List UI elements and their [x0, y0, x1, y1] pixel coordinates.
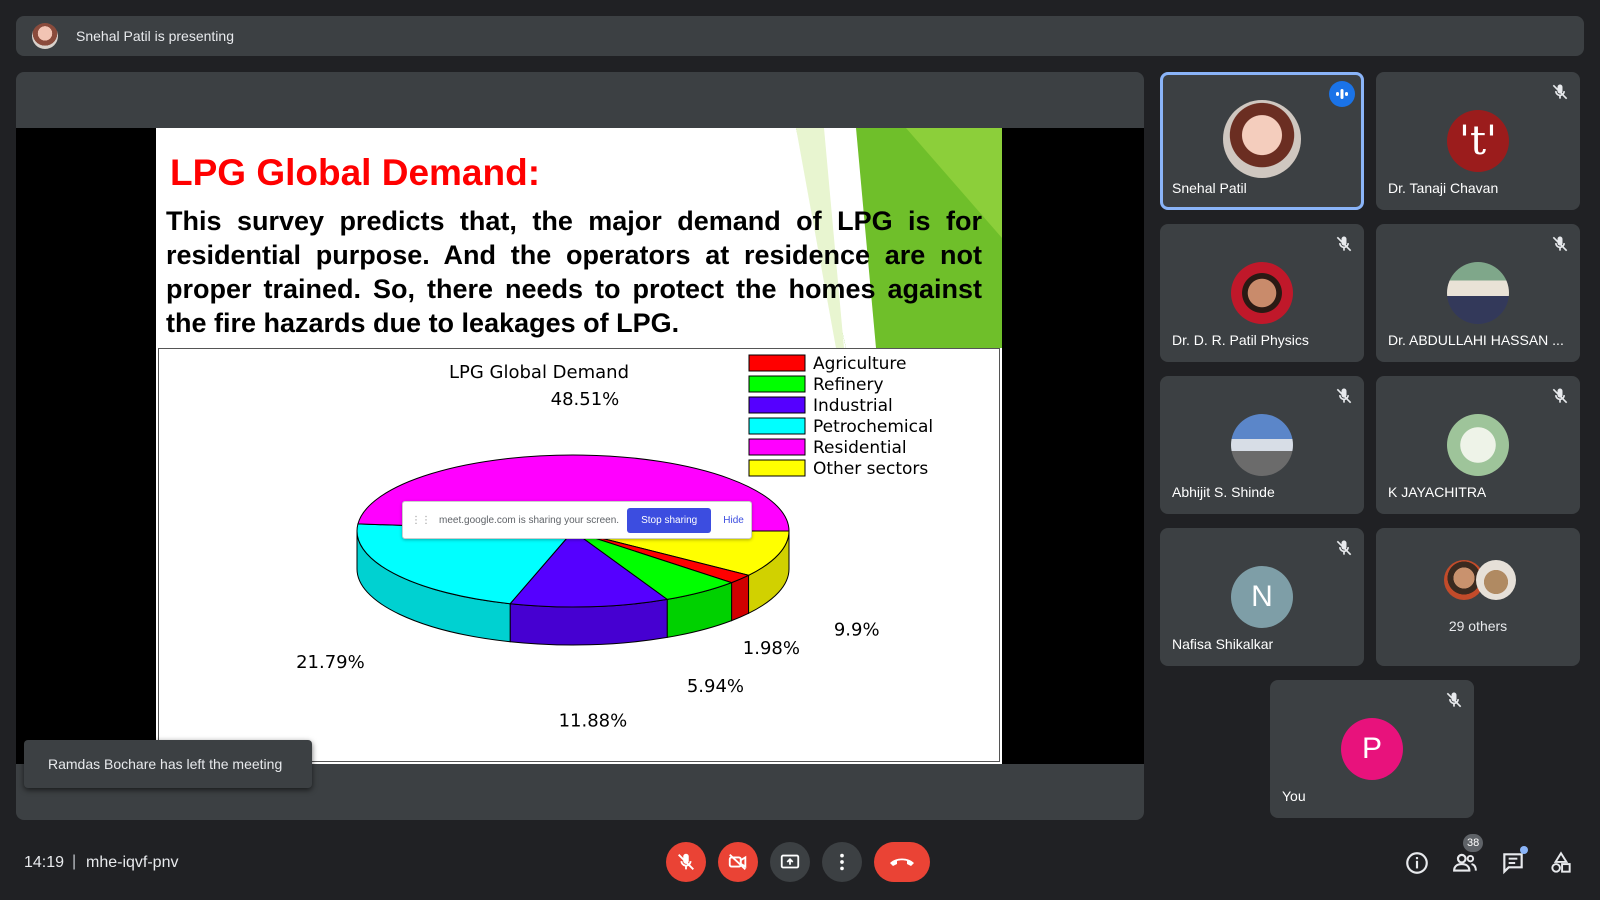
- presentation-stage[interactable]: LPG Global Demand: This survey predicts …: [16, 72, 1144, 820]
- legend-swatch: [748, 417, 806, 435]
- chart-box: LPG Global Demand Agriculture Refinery Ind…: [158, 348, 1000, 762]
- presenting-text: Snehal Patil is presenting: [76, 28, 234, 44]
- participant-name: Dr. D. R. Patil Physics: [1172, 332, 1309, 348]
- avatar: [1223, 100, 1301, 178]
- separator: |: [72, 853, 77, 870]
- mic-off-icon: [1552, 84, 1568, 100]
- avatar: P: [1341, 718, 1403, 780]
- participant-tile[interactable]: Dr. ABDULLAHI HASSAN ...: [1376, 224, 1580, 362]
- meeting-info-icon[interactable]: [1404, 850, 1430, 876]
- bottom-bar: 14:19 | mhe-iqvf-pnv 38: [0, 820, 1600, 900]
- sharing-notice-text: meet.google.com is sharing your screen.: [439, 514, 620, 526]
- mic-off-icon: [1552, 236, 1568, 252]
- pie-value-label: 21.79%: [296, 652, 365, 673]
- legend-label: Industrial: [813, 396, 893, 416]
- mic-toggle-button[interactable]: [666, 842, 706, 882]
- participant-tile[interactable]: Dr. D. R. Patil Physics: [1160, 224, 1364, 362]
- slide-body: This survey predicts that, the major dem…: [166, 206, 982, 338]
- screen-share-area: LPG Global Demand: This survey predicts …: [16, 128, 1144, 764]
- camera-toggle-button[interactable]: [718, 842, 758, 882]
- legend-swatch: [748, 396, 806, 414]
- participant-tile[interactable]: Abhijit S. Shinde: [1160, 376, 1364, 514]
- avatar: [1447, 262, 1509, 324]
- people-count-badge: 38: [1463, 834, 1484, 852]
- legend-swatch: [748, 354, 806, 372]
- people-icon[interactable]: [1452, 850, 1478, 876]
- participant-tile[interactable]: K JAYACHITRA: [1376, 376, 1580, 514]
- speaking-indicator-icon: [1329, 81, 1355, 107]
- participant-name: K JAYACHITRA: [1388, 484, 1487, 500]
- legend-label: Petrochemical: [813, 417, 933, 437]
- avatar: 't': [1447, 110, 1509, 172]
- leave-call-button[interactable]: [874, 842, 930, 882]
- avatar: [1447, 414, 1509, 476]
- sharing-notice: ⋮⋮ meet.google.com is sharing your scree…: [402, 501, 752, 539]
- participant-name: Dr. Tanaji Chavan: [1388, 180, 1499, 196]
- clock: 14:19: [24, 854, 65, 871]
- pie-value-label: 48.51%: [551, 389, 620, 410]
- pie-value-label: 5.94%: [687, 676, 744, 697]
- chart-title: LPG Global Demand: [449, 362, 629, 383]
- avatar: [1476, 560, 1516, 600]
- mic-off-icon: [1552, 388, 1568, 404]
- participant-name: Nafisa Shikalkar: [1172, 636, 1274, 652]
- others-count: 29 others: [1448, 618, 1508, 634]
- more-options-button[interactable]: [822, 842, 862, 882]
- activities-icon[interactable]: [1548, 850, 1574, 876]
- present-screen-icon: [780, 854, 800, 869]
- meeting-code: mhe-iqvf-pnv: [86, 854, 179, 871]
- participant-name: Snehal Patil: [1172, 180, 1247, 196]
- participant-tile[interactable]: Snehal Patil: [1160, 72, 1364, 210]
- toast-text: Ramdas Bochare has left the meeting: [48, 756, 283, 772]
- pie-value-label: 9.9%: [834, 619, 880, 640]
- mic-off-icon: [1336, 388, 1352, 404]
- mic-off-icon: [1446, 692, 1462, 708]
- pie-chart: LPG Global Demand AgricultureRefineryInd…: [296, 354, 933, 732]
- present-now-button[interactable]: [770, 842, 810, 882]
- participant-name: Abhijit S. Shinde: [1172, 484, 1275, 500]
- drag-handle-icon[interactable]: ⋮⋮: [411, 515, 431, 526]
- self-tile[interactable]: P You: [1270, 680, 1474, 818]
- presenting-bar: Snehal Patil is presenting: [16, 16, 1584, 56]
- pie-value-label: 1.98%: [743, 638, 800, 659]
- chat-notification-dot: [1520, 846, 1528, 854]
- avatar: [1231, 414, 1293, 476]
- participant-tile[interactable]: 't' Dr. Tanaji Chavan: [1376, 72, 1580, 210]
- legend-label: Residential: [813, 438, 907, 458]
- participant-name: You: [1282, 788, 1306, 804]
- participant-left-toast: Ramdas Bochare has left the meeting: [24, 740, 312, 788]
- pie-value-label: 11.88%: [559, 711, 628, 732]
- hide-button[interactable]: Hide: [723, 515, 744, 526]
- participant-name: Dr. ABDULLAHI HASSAN ...: [1388, 332, 1564, 348]
- slide: LPG Global Demand: This survey predicts …: [156, 128, 1002, 764]
- slide-title: LPG Global Demand:: [170, 152, 541, 193]
- hang-up-icon: [890, 858, 914, 866]
- camera-off-icon: [728, 853, 747, 871]
- legend-label: Refinery: [813, 375, 884, 395]
- legend-label: Other sectors: [813, 459, 928, 479]
- presenter-avatar: [32, 23, 58, 49]
- mic-off-icon: [1336, 236, 1352, 252]
- legend-swatch: [748, 459, 806, 477]
- legend-label: Agriculture: [813, 354, 907, 374]
- legend-swatch: [748, 375, 806, 393]
- stop-sharing-button[interactable]: Stop sharing: [627, 507, 712, 533]
- more-vert-icon: [840, 853, 844, 871]
- avatar: [1231, 262, 1293, 324]
- mic-off-icon: [678, 853, 694, 870]
- participant-tile[interactable]: N Nafisa Shikalkar: [1160, 528, 1364, 666]
- legend-swatch: [748, 438, 806, 456]
- others-tile[interactable]: 29 others: [1376, 528, 1580, 666]
- mic-off-icon: [1336, 540, 1352, 556]
- avatar: N: [1231, 566, 1293, 628]
